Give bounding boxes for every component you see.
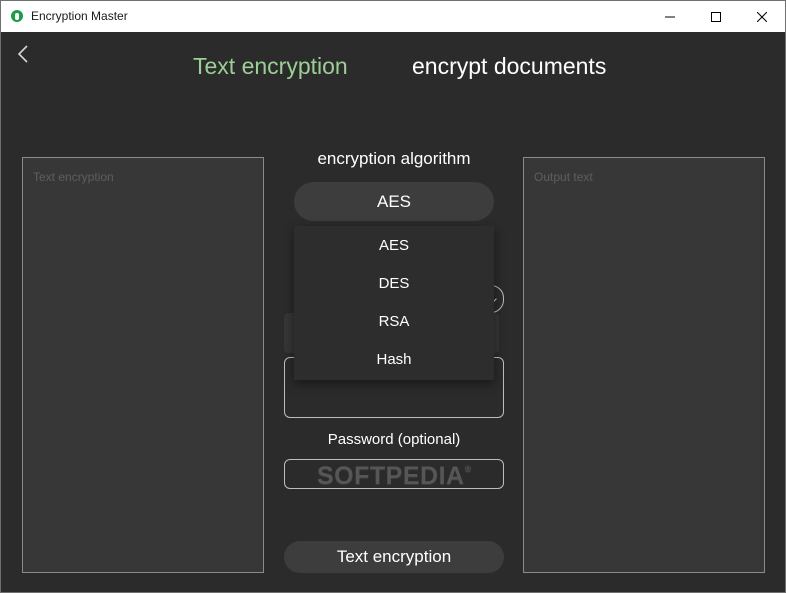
output-text-area[interactable]: Output text xyxy=(523,157,765,573)
watermark-mark: ® xyxy=(464,464,472,474)
watermark-text: SOFTPEDIA xyxy=(317,462,465,490)
close-icon xyxy=(757,11,767,22)
close-button[interactable] xyxy=(739,1,785,32)
maximize-button[interactable] xyxy=(693,1,739,32)
algorithm-label: encryption algorithm xyxy=(317,149,471,168)
algorithm-option-des[interactable]: DES xyxy=(294,264,494,302)
encrypt-button[interactable]: Text encryption xyxy=(284,541,504,573)
input-text-area[interactable]: Text encryption xyxy=(22,157,264,573)
tab-encrypt-documents[interactable]: encrypt documents xyxy=(412,53,606,80)
tab-text-encryption[interactable]: Text encryption xyxy=(193,53,348,80)
softpedia-watermark: SOFTPEDIA® xyxy=(317,462,472,491)
algorithm-option-hash[interactable]: Hash xyxy=(294,340,494,378)
maximize-icon xyxy=(711,11,721,22)
algorithm-select[interactable]: AES xyxy=(294,182,494,221)
chevron-left-icon xyxy=(17,45,28,63)
back-button[interactable] xyxy=(13,41,35,67)
algorithm-dropdown-list: AES DES RSA Hash xyxy=(294,226,494,380)
password-label: Password (optional) xyxy=(327,431,461,448)
window-title: Encryption Master xyxy=(31,9,128,23)
app-window: Encryption Master Text encryption encryp… xyxy=(0,0,786,593)
app-icon xyxy=(11,10,23,22)
input-placeholder: Text encryption xyxy=(33,170,114,184)
output-placeholder: Output text xyxy=(534,170,593,184)
minimize-button[interactable] xyxy=(647,1,693,32)
algorithm-option-aes[interactable]: AES xyxy=(294,226,494,264)
title-bar: Encryption Master xyxy=(1,1,785,32)
minimize-icon xyxy=(665,16,675,17)
algorithm-option-rsa[interactable]: RSA xyxy=(294,302,494,340)
